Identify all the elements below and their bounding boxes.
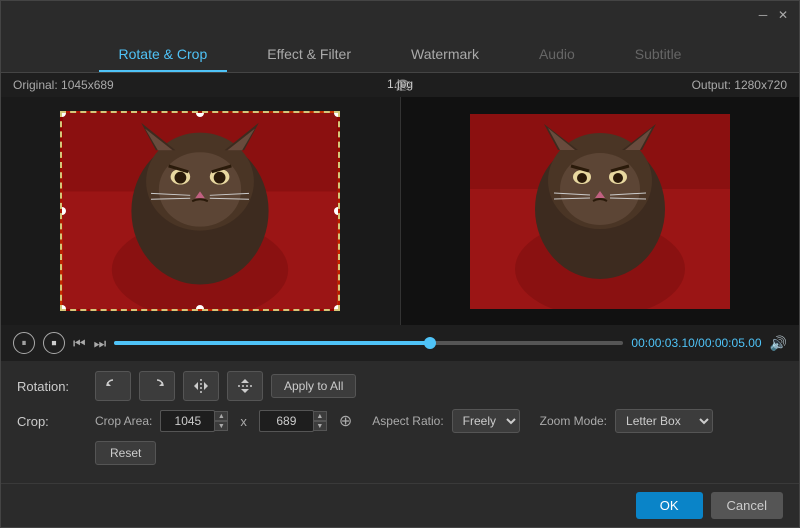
width-decrement[interactable]: ▼ [214, 421, 228, 431]
tab-subtitle: Subtitle [615, 38, 702, 72]
playback-bar: ⏸ ⏹ ⏮ ⏭ 00:00:03.10/00:00:05.00 🔊 [1, 325, 799, 361]
crop-handle-br[interactable] [334, 305, 340, 311]
controls-panel: Rotation: Apply to All Crop: Crop Area: [1, 361, 799, 483]
progress-thumb[interactable] [424, 337, 436, 349]
close-button[interactable]: ✕ [775, 7, 791, 23]
rotation-label: Rotation: [17, 379, 87, 394]
crop-label: Crop: [17, 414, 87, 429]
footer: OK Cancel [1, 483, 799, 527]
crop-area-label: Crop Area: [95, 414, 152, 428]
width-input-group: ▲ ▼ [160, 410, 228, 432]
aspect-ratio-select[interactable]: Freely 16:9 4:3 1:1 [452, 409, 520, 433]
size-separator: x [240, 414, 247, 429]
filename: 1.jpg [387, 77, 413, 91]
crop-row: Crop: Crop Area: ▲ ▼ x ▲ ▼ ⊕ Aspect Rati… [17, 409, 783, 433]
aspect-ratio-label: Aspect Ratio: [372, 414, 443, 428]
volume-icon[interactable]: 🔊 [770, 335, 787, 352]
width-spinners: ▲ ▼ [214, 411, 228, 431]
minimize-button[interactable]: ─ [755, 7, 771, 23]
preview-area: Original: 1045x689 👁 1.jpg Output: 1280x… [1, 73, 799, 361]
width-increment[interactable]: ▲ [214, 411, 228, 421]
tab-audio: Audio [519, 38, 595, 72]
preview-right [400, 97, 800, 325]
output-resolution: Output: 1280x720 [692, 78, 787, 92]
current-time: 00:00:03.10 [631, 336, 694, 350]
total-time: 00:00:05.00 [698, 336, 761, 350]
pause-button[interactable]: ⏸ [13, 332, 35, 354]
progress-track[interactable] [114, 341, 623, 345]
stop-button[interactable]: ⏹ [43, 332, 65, 354]
zoom-mode-label: Zoom Mode: [540, 414, 607, 428]
tab-rotate-crop[interactable]: Rotate & Crop [99, 38, 228, 72]
prev-frame-button[interactable]: ⏮ [73, 335, 86, 352]
tab-effect-filter[interactable]: Effect & Filter [247, 38, 371, 72]
width-input[interactable] [160, 410, 215, 432]
rotate-right-button[interactable] [139, 371, 175, 401]
title-bar: ─ ✕ [1, 1, 799, 29]
time-display: 00:00:03.10/00:00:05.00 [631, 336, 761, 350]
preview-images [1, 97, 799, 325]
preview-meta: Original: 1045x689 👁 1.jpg Output: 1280x… [1, 73, 799, 97]
center-crop-icon[interactable]: ⊕ [339, 411, 352, 431]
progress-fill [114, 341, 430, 345]
output-preview-image [470, 114, 730, 309]
window: ─ ✕ Rotate & Crop Effect & Filter Waterm… [0, 0, 800, 528]
reset-row: Reset [17, 441, 783, 465]
original-resolution: Original: 1045x689 [13, 78, 114, 92]
zoom-mode-select[interactable]: Letter Box Pan & Scan Full [615, 409, 713, 433]
rotation-row: Rotation: Apply to All [17, 371, 783, 401]
crop-handle-mr[interactable] [334, 207, 340, 215]
height-spinners: ▲ ▼ [313, 411, 327, 431]
tab-watermark[interactable]: Watermark [391, 38, 499, 72]
crop-handle-bl[interactable] [60, 305, 66, 311]
next-frame-button[interactable]: ⏭ [94, 335, 107, 352]
tab-bar: Rotate & Crop Effect & Filter Watermark … [1, 29, 799, 73]
rotate-left-button[interactable] [95, 371, 131, 401]
ok-button[interactable]: OK [636, 492, 703, 519]
flip-vertical-button[interactable] [227, 371, 263, 401]
height-decrement[interactable]: ▼ [313, 421, 327, 431]
height-increment[interactable]: ▲ [313, 411, 327, 421]
reset-button[interactable]: Reset [95, 441, 156, 465]
crop-handle-tr[interactable] [334, 111, 340, 117]
crop-preview-image[interactable] [60, 111, 340, 311]
preview-left[interactable] [1, 97, 400, 325]
cancel-button[interactable]: Cancel [711, 492, 783, 519]
height-input-group: ▲ ▼ [259, 410, 327, 432]
flip-horizontal-button[interactable] [183, 371, 219, 401]
crop-handle-bm[interactable] [196, 305, 204, 311]
apply-all-button[interactable]: Apply to All [271, 374, 356, 398]
height-input[interactable] [259, 410, 314, 432]
